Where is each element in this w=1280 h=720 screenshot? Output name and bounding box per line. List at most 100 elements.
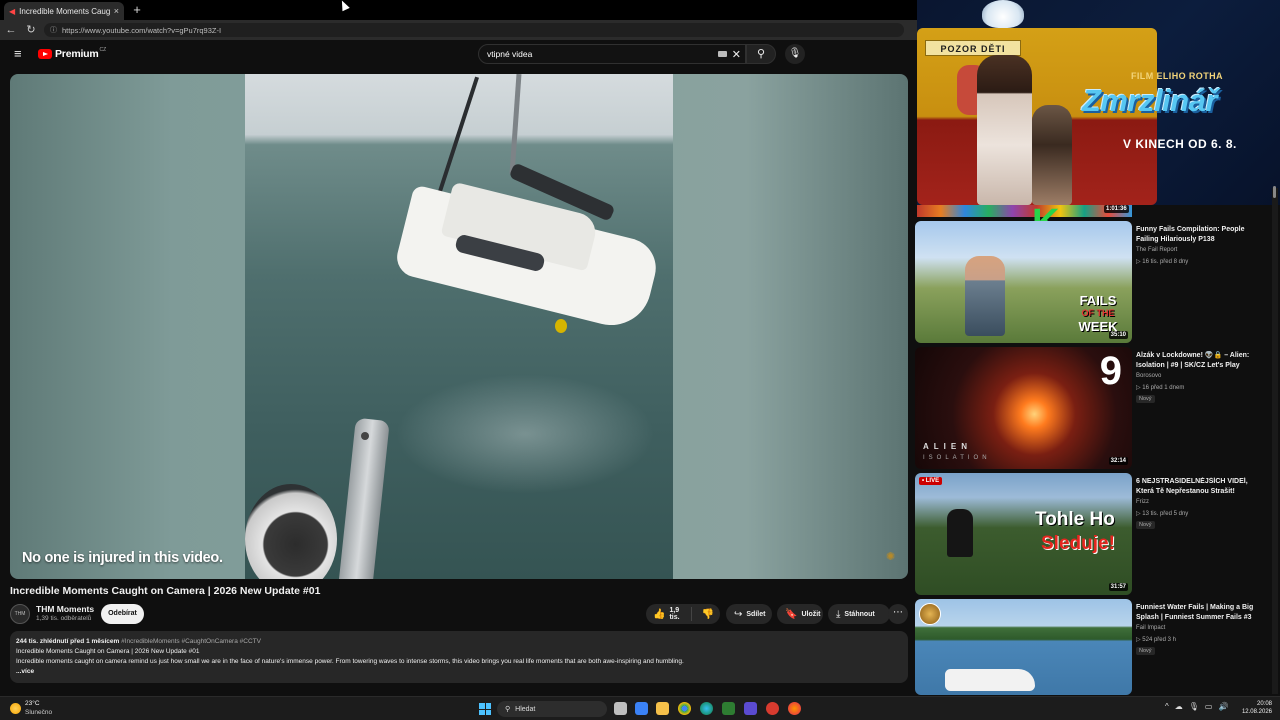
- related-thumbnail-partial[interactable]: [917, 205, 1132, 217]
- app-icon-purple[interactable]: [744, 702, 757, 715]
- related-title[interactable]: Funny Fails Compilation: People Failing …: [1136, 225, 1261, 245]
- channel-watermark-icon[interactable]: ✺: [886, 550, 895, 563]
- related-channel[interactable]: Frizz: [1136, 499, 1149, 505]
- volume-icon[interactable]: 🔊: [1218, 702, 1228, 711]
- video-duration: 35:10: [1108, 331, 1128, 339]
- description-box[interactable]: 244 tis. zhlédnutí před 1 měsícem #Incre…: [10, 631, 908, 683]
- network-icon[interactable]: ▭: [1205, 702, 1213, 711]
- related-video-item[interactable]: FAILS OF THE WEEK 35:10 Funny Fails Comp…: [915, 221, 1265, 347]
- page-scrollbar[interactable]: [1272, 188, 1278, 694]
- firefox-icon[interactable]: [788, 702, 801, 715]
- search-button[interactable]: ⚲: [746, 44, 776, 64]
- onedrive-icon[interactable]: ☁: [1175, 702, 1183, 711]
- ad-film-credit: FILM ELIHO ROTHA: [1131, 71, 1223, 81]
- related-title[interactable]: 6 NEJSTRAŠIDELNĚJŠÍCH VIDEÍ, Která Tě Ne…: [1136, 477, 1261, 497]
- related-video-item[interactable]: Tohle Ho Sleduje! • LIVE 31:57 6 NEJSTRA…: [915, 473, 1265, 599]
- chrome-icon[interactable]: [678, 702, 691, 715]
- calculator-icon[interactable]: [722, 702, 735, 715]
- related-video-item[interactable]: 9 ALIEN ISOLATION 32:14 Alzák v Lockdown…: [915, 347, 1265, 473]
- boat-rail: [338, 417, 390, 579]
- related-stats: ▷ 13 tis. před 5 dny: [1136, 511, 1189, 517]
- like-dislike-group: 👍 1,9 tis. 👎: [646, 604, 720, 624]
- related-channel[interactable]: Fail Impact: [1136, 625, 1165, 631]
- description-line-2: Incredible moments caught on camera remi…: [16, 658, 684, 665]
- subscribe-button[interactable]: Odebírat: [101, 604, 144, 624]
- microphone-icon[interactable]: 🎙: [1189, 702, 1199, 711]
- youtube-play-icon: [38, 49, 52, 59]
- related-thumbnail[interactable]: 9 ALIEN ISOLATION 32:14: [915, 347, 1132, 469]
- share-button[interactable]: ↪ Sdílet: [726, 604, 772, 624]
- task-view-icon[interactable]: [614, 702, 627, 715]
- clear-search-icon[interactable]: ✕: [732, 48, 741, 61]
- more-actions-icon[interactable]: ⋯: [888, 604, 908, 624]
- new-badge: Nový: [1136, 395, 1155, 403]
- keyboard-icon[interactable]: [718, 51, 727, 57]
- save-button[interactable]: 🔖 Uložit: [777, 604, 823, 624]
- menu-icon[interactable]: ≡: [14, 47, 26, 60]
- weather-temperature[interactable]: 23°C: [25, 700, 40, 707]
- youtube-premium-logo[interactable]: Premium CZ: [38, 47, 107, 60]
- copilot-icon[interactable]: [635, 702, 648, 715]
- logo-text: Premium: [55, 48, 99, 60]
- related-title[interactable]: Funniest Water Fails | Making a Big Spla…: [1136, 603, 1261, 623]
- edge-icon[interactable]: [700, 702, 713, 715]
- new-tab-button[interactable]: +: [130, 2, 144, 18]
- site-info-icon[interactable]: ⓘ: [50, 25, 57, 35]
- description-line-1: Incredible Moments Caught on Camera | 20…: [16, 648, 200, 655]
- catamaran-mast: [509, 74, 522, 175]
- ad-truck-sign: POZOR DĚTI: [925, 40, 1021, 56]
- share-icon: ↪: [734, 608, 743, 620]
- taskbar-search[interactable]: ⚲ Hledat: [497, 701, 607, 717]
- search-input[interactable]: vtipné videa ✕: [478, 44, 746, 64]
- search-icon: ⚲: [505, 706, 511, 713]
- winch: [245, 484, 337, 579]
- related-stats: ▷ 524 před 3 h: [1136, 637, 1176, 643]
- youtube-masthead: ≡ Premium CZ vtipné videa ✕ ⚲ 🎙: [0, 40, 917, 70]
- related-thumbnail[interactable]: [915, 599, 1132, 695]
- video-player[interactable]: No one is injured in this video. ✺: [10, 74, 908, 579]
- audio-playing-icon[interactable]: ◀: [9, 7, 15, 16]
- fails-of-the-week-badge: FAILS OF THE WEEK: [1078, 293, 1118, 334]
- windows-start-icon[interactable]: [479, 703, 491, 715]
- like-button[interactable]: 👍 1,9 tis.: [646, 607, 692, 621]
- thumbnail-figure: [947, 509, 973, 557]
- related-channel[interactable]: The Fail Report: [1136, 247, 1177, 253]
- related-duration-top: 1:01:36: [1104, 205, 1129, 213]
- app-icon-red[interactable]: [766, 702, 779, 715]
- download-button[interactable]: ⤓ Stáhnout: [828, 604, 890, 624]
- ad-figure-boy: [1032, 105, 1072, 205]
- related-thumbnail[interactable]: FAILS OF THE WEEK 35:10: [915, 221, 1132, 343]
- ad-banner[interactable]: POZOR DĚTI FILM ELIHO ROTHA Zmrzlinář V …: [917, 0, 1280, 205]
- voice-search-icon[interactable]: 🎙: [785, 44, 805, 64]
- tab-close-icon[interactable]: ×: [114, 6, 119, 16]
- channel-avatar[interactable]: THM: [10, 604, 30, 624]
- country-code: CZ: [99, 47, 107, 53]
- thumbnail-person: [965, 256, 1005, 336]
- like-count: 1,9 tis.: [669, 607, 680, 621]
- reload-button[interactable]: ↻: [24, 23, 38, 37]
- new-badge: Nový: [1136, 521, 1155, 529]
- back-button[interactable]: ←: [4, 23, 18, 37]
- clock-date: 12.08.2026: [1241, 709, 1272, 715]
- show-more-link[interactable]: ...více: [16, 667, 902, 677]
- browser-tab-active[interactable]: ◀ Incredible Moments Caught o ×: [4, 2, 124, 20]
- related-videos-list: FAILS OF THE WEEK 35:10 Funny Fails Comp…: [915, 221, 1265, 720]
- channel-name[interactable]: THM Moments: [36, 604, 94, 614]
- file-explorer-icon[interactable]: [656, 702, 669, 715]
- ad-figure-girl: [977, 55, 1032, 205]
- dislike-button[interactable]: 👎: [696, 609, 720, 620]
- url-field[interactable]: ⓘ https://www.youtube.com/watch?v=gPu7rq…: [44, 23, 904, 37]
- ad-mascot: [982, 0, 1024, 28]
- sun-icon[interactable]: [10, 703, 21, 714]
- related-title[interactable]: Alzák v Lockdowne! 👽🔒 – Alien: Isolation…: [1136, 351, 1261, 371]
- thumbnail-text-1: Tohle Ho: [1035, 509, 1115, 530]
- hashtags[interactable]: #IncredibleMoments #CaughtOnCamera #CCTV: [121, 638, 261, 645]
- video-title: Incredible Moments Caught on Camera | 20…: [10, 585, 321, 597]
- taskbar-clock[interactable]: 20:08 12.08.2026: [1240, 700, 1272, 716]
- system-tray: ^ ☁ 🎙 ▭ 🔊: [1165, 702, 1228, 711]
- scrollbar-thumb[interactable]: [1273, 186, 1276, 198]
- ad-release-date: V KINECH OD 6. 8.: [1123, 137, 1237, 151]
- tray-chevron-icon[interactable]: ^: [1165, 702, 1169, 711]
- related-thumbnail[interactable]: Tohle Ho Sleduje! • LIVE 31:57: [915, 473, 1132, 595]
- related-channel[interactable]: Borosovo: [1136, 373, 1161, 379]
